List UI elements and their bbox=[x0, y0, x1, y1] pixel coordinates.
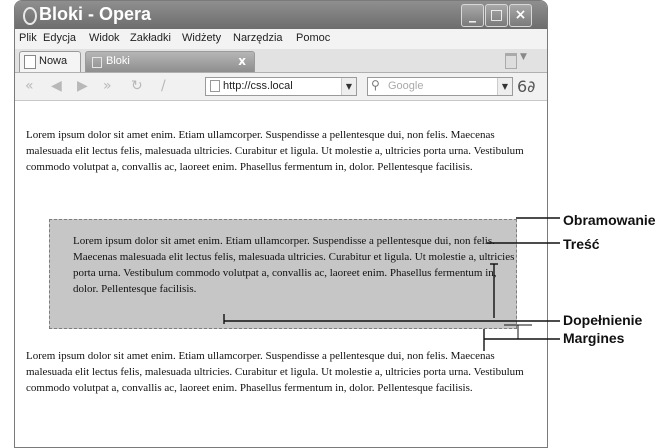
callout-border-label: Obramowanie bbox=[563, 212, 656, 228]
tab-bloki[interactable]: Bloki x bbox=[85, 51, 255, 72]
menu-item-edycja[interactable]: Edycja bbox=[43, 32, 76, 44]
menu-item-zakladki[interactable]: Zakładki bbox=[130, 32, 171, 44]
search-placeholder: Google bbox=[388, 80, 424, 92]
tab-new-label: Nowa bbox=[39, 55, 68, 67]
search-field[interactable]: ⚲ Google ▼ bbox=[367, 77, 513, 96]
navigation-toolbar: « ◀ ▶ » ↻ / http://css.local ▼ ⚲ Google … bbox=[15, 73, 547, 101]
menu-item-plik[interactable]: Plik bbox=[19, 32, 37, 44]
chevron-down-icon[interactable]: ▼ bbox=[520, 52, 527, 62]
address-value: http://css.local bbox=[223, 80, 293, 92]
opera-logo-icon bbox=[23, 7, 37, 25]
reload-icon[interactable]: ↻ bbox=[131, 78, 143, 94]
tab-new[interactable]: Nowa bbox=[19, 51, 81, 72]
callout-content-label: Treść bbox=[563, 236, 600, 252]
window-title: Bloki - Opera bbox=[39, 4, 152, 24]
back-arrow-icon[interactable]: ◀ bbox=[51, 78, 62, 94]
page-icon bbox=[24, 55, 36, 69]
chevron-down-icon[interactable]: ▼ bbox=[497, 78, 512, 95]
menu-bar: Plik Edycja Widok Zakładki Widżety Narzę… bbox=[15, 29, 547, 49]
trash-icon[interactable] bbox=[505, 53, 517, 69]
menu-item-widok[interactable]: Widok bbox=[89, 32, 120, 44]
paragraph-2: Lorem ipsum dolor sit amet enim. Etiam u… bbox=[26, 350, 524, 394]
tab-close-icon[interactable]: x bbox=[238, 54, 246, 68]
callout-padding-label: Dopełnienie bbox=[563, 312, 643, 328]
demo-block-text: Lorem ipsum dolor sit amet enim. Etiam u… bbox=[73, 235, 515, 295]
glasses-icon[interactable]: 6∂ bbox=[517, 77, 535, 96]
forward-icon[interactable]: ▶ bbox=[77, 78, 88, 94]
page-icon bbox=[92, 57, 102, 68]
menu-item-narzedzia[interactable]: Narzędzia bbox=[233, 32, 283, 44]
address-field[interactable]: http://css.local ▼ bbox=[205, 77, 357, 96]
edit-icon[interactable]: / bbox=[161, 78, 166, 94]
paragraph-1: Lorem ipsum dolor sit amet enim. Etiam u… bbox=[26, 129, 524, 173]
tab-bloki-label: Bloki bbox=[106, 55, 130, 67]
page-icon bbox=[210, 80, 220, 92]
tab-bar: Nowa Bloki x ▼ bbox=[15, 49, 547, 73]
search-icon: ⚲ bbox=[371, 78, 380, 92]
chevron-down-icon[interactable]: ▼ bbox=[341, 78, 356, 95]
back-icon[interactable]: « bbox=[25, 78, 34, 94]
fast-forward-icon[interactable]: » bbox=[103, 78, 112, 94]
browser-window: Bloki - Opera _ □ × Plik Edycja Widok Za… bbox=[14, 0, 548, 448]
title-bar[interactable]: Bloki - Opera _ □ × bbox=[15, 1, 547, 29]
callout-margin-label: Margines bbox=[563, 330, 625, 346]
minimize-button[interactable]: _ bbox=[461, 4, 484, 27]
close-button[interactable]: × bbox=[509, 4, 532, 27]
menu-item-widzety[interactable]: Widżety bbox=[182, 32, 221, 44]
maximize-button[interactable]: □ bbox=[485, 4, 508, 27]
menu-item-pomoc[interactable]: Pomoc bbox=[296, 32, 330, 44]
